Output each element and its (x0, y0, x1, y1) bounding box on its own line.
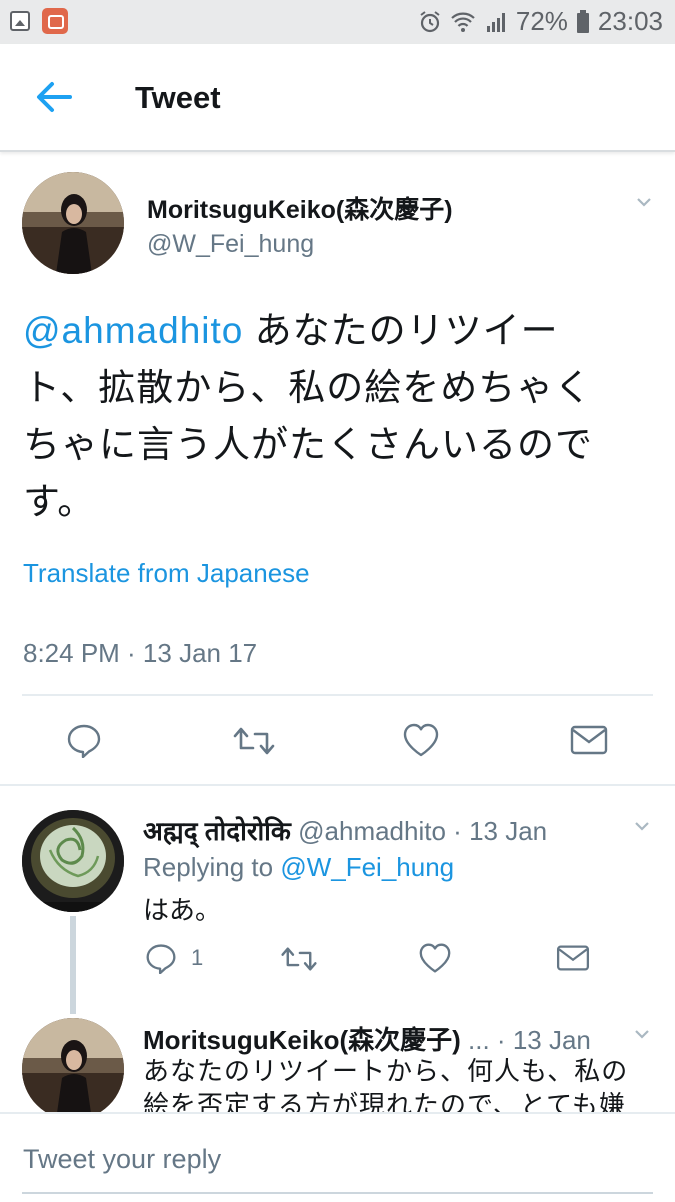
battery-icon (576, 9, 589, 33)
separator-dot: · (453, 816, 462, 846)
tweet-actions (0, 718, 675, 764)
replying-to: Replying to @W_Fei_hung (143, 852, 454, 883)
battery-percent: 72% (515, 6, 568, 36)
alarm-icon (420, 10, 440, 32)
chevron-down-icon[interactable] (634, 818, 650, 834)
reply-text-line1: あなたのリツイートから、何人も、私の (143, 1056, 629, 1086)
reply-author-name[interactable]: MoritsuguKeiko(森次慶子) (143, 1025, 461, 1055)
chevron-down-icon[interactable] (634, 1026, 650, 1042)
reply-time: 13 Jan (469, 816, 548, 846)
tweet-text-line4: す。 (23, 481, 96, 522)
tweet-text-line1: あなたのリツイー (243, 310, 559, 351)
like-heart-icon[interactable] (402, 722, 440, 758)
reply-input[interactable]: Tweet your reply (23, 1144, 221, 1175)
avatar[interactable] (22, 810, 124, 912)
avatar[interactable] (22, 1018, 124, 1120)
status-bar: 72% 23:03 (0, 0, 675, 44)
image-notification-icon (10, 11, 30, 31)
page-title: Tweet (135, 80, 221, 115)
reply-time: 13 Jan (512, 1025, 591, 1055)
chevron-down-icon[interactable] (636, 194, 652, 210)
tweet-text: @ahmadhito あなたのリツイー ト、拡散から、私の絵をめちゃく ちゃに言… (23, 302, 643, 530)
reply-action[interactable]: 1 (145, 942, 203, 974)
avatar[interactable] (22, 172, 124, 274)
replying-to-label: Replying to (143, 852, 281, 882)
signal-icon (486, 12, 505, 32)
divider (0, 784, 675, 786)
reply-header: अह्मद् तोदोरोकि @ahmadhito · 13 Jan (143, 812, 547, 848)
clock: 23:03 (597, 6, 663, 36)
reply-header: MoritsuguKeiko(森次慶子) ... · 13 Jan (143, 1020, 591, 1057)
author-display-name[interactable]: MoritsuguKeiko(森次慶子) (147, 190, 453, 226)
truncation-ellipsis: ... (468, 1025, 490, 1055)
author-handle[interactable]: @W_Fei_hung (147, 230, 314, 259)
reply-text: はあ。 (143, 895, 222, 925)
back-arrow-icon[interactable] (34, 80, 74, 114)
reply-author-handle[interactable]: @ahmadhito (298, 816, 446, 846)
reply-author-name[interactable]: अह्मद् तोदोरोकि (143, 816, 291, 846)
input-underline (22, 1192, 653, 1194)
reply-icon[interactable] (145, 942, 177, 974)
reply-icon[interactable] (66, 722, 102, 758)
direct-message-icon[interactable] (570, 724, 608, 756)
wifi-icon (451, 12, 475, 32)
reply-composer: Tweet your reply (0, 1112, 675, 1202)
divider (22, 694, 653, 696)
camera-notification-icon (42, 8, 68, 34)
mention-link[interactable]: @ahmadhito (23, 310, 243, 351)
reply-actions: 1 (0, 940, 675, 980)
app-header: Tweet (0, 44, 675, 152)
tweet-text-line3: ちゃに言う人がたくさんいるので (23, 424, 593, 465)
translate-link[interactable]: Translate from Japanese (23, 558, 310, 589)
direct-message-icon[interactable] (556, 944, 590, 972)
tweet-text-line2: ト、拡散から、私の絵をめちゃく (23, 367, 593, 408)
tweet-timestamp: 8:24 PM · 13 Jan 17 (23, 638, 258, 668)
retweet-icon[interactable] (232, 724, 276, 758)
reply-count: 1 (191, 945, 204, 970)
retweet-icon[interactable] (280, 944, 318, 974)
separator-dot: · (496, 1025, 506, 1055)
replying-to-handle[interactable]: @W_Fei_hung (280, 852, 454, 882)
like-heart-icon[interactable] (418, 942, 452, 974)
